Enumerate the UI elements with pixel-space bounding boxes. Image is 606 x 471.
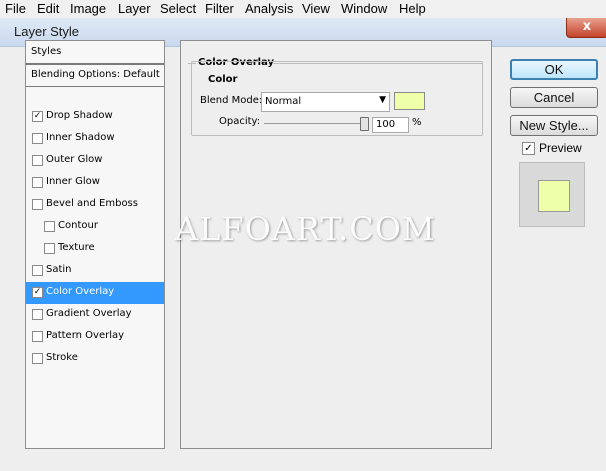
style-checkbox[interactable]: [32, 155, 43, 166]
menu-select[interactable]: Select: [160, 1, 196, 16]
menu-edit[interactable]: Edit: [37, 1, 59, 16]
opacity-slider-thumb[interactable]: [360, 117, 369, 131]
menu-window[interactable]: Window: [341, 1, 387, 16]
style-item-label: Texture: [58, 242, 95, 253]
new-style-button[interactable]: New Style...: [510, 115, 598, 136]
style-item-label: Drop Shadow: [46, 110, 113, 121]
opacity-value: 100: [376, 119, 396, 130]
style-checkbox[interactable]: [32, 309, 43, 320]
styles-header[interactable]: Styles: [26, 41, 164, 65]
styles-header-label: Styles: [31, 46, 62, 57]
style-item-inner-shadow[interactable]: Inner Shadow: [26, 128, 164, 150]
preview-box: [519, 162, 585, 227]
opacity-label: Opacity:: [219, 116, 261, 127]
blending-options-label: Blending Options: Default: [31, 69, 160, 80]
style-item-outer-glow[interactable]: Outer Glow: [26, 150, 164, 172]
style-item-contour[interactable]: Contour: [26, 216, 164, 238]
style-item-label: Gradient Overlay: [46, 308, 132, 319]
style-item-label: Inner Glow: [46, 176, 100, 187]
opacity-slider-track[interactable]: [264, 123, 366, 124]
menu-file[interactable]: File: [5, 1, 26, 16]
preview-label: Preview: [539, 141, 582, 155]
style-checkbox[interactable]: [44, 243, 55, 254]
blend-mode-value: Normal: [265, 96, 302, 107]
styles-list-panel: Styles Blending Options: Default ✓ Drop S…: [25, 40, 165, 449]
style-checkbox[interactable]: [44, 221, 55, 232]
preview-swatch: [538, 180, 570, 212]
style-item-color-overlay[interactable]: ✓ Color Overlay: [26, 282, 164, 304]
menu-layer[interactable]: Layer: [118, 1, 151, 16]
style-item-satin[interactable]: Satin: [26, 260, 164, 282]
style-item-label: Outer Glow: [46, 154, 103, 165]
style-item-inner-glow[interactable]: Inner Glow: [26, 172, 164, 194]
style-checkbox[interactable]: [32, 133, 43, 144]
color-group-title: Color: [205, 74, 241, 85]
style-checkbox[interactable]: [32, 353, 43, 364]
style-item-gradient-overlay[interactable]: Gradient Overlay: [26, 304, 164, 326]
style-item-label: Bevel and Emboss: [46, 198, 138, 209]
dialog-title: Layer Style: [14, 24, 80, 39]
menu-image[interactable]: Image: [70, 1, 106, 16]
style-checkbox[interactable]: [32, 199, 43, 210]
style-item-stroke[interactable]: Stroke: [26, 348, 164, 370]
style-item-label: Satin: [46, 264, 72, 275]
style-item-drop-shadow[interactable]: ✓ Drop Shadow: [26, 106, 164, 128]
menu-view[interactable]: View: [302, 1, 330, 16]
style-item-label: Pattern Overlay: [46, 330, 125, 341]
menu-bar: File Edit Image Layer Select Filter Analysis Vi…: [0, 0, 606, 19]
ok-button[interactable]: OK: [510, 59, 598, 80]
opacity-unit: %: [412, 117, 422, 128]
style-item-pattern-overlay[interactable]: Pattern Overlay: [26, 326, 164, 348]
style-item-bevel-and-emboss[interactable]: Bevel and Emboss: [26, 194, 164, 216]
style-checkbox[interactable]: [32, 177, 43, 188]
overlay-color-swatch[interactable]: [394, 92, 425, 110]
menu-analysis[interactable]: Analysis: [245, 1, 293, 16]
menu-filter[interactable]: Filter: [205, 1, 234, 16]
style-checkbox[interactable]: ✓: [32, 287, 43, 298]
opacity-input[interactable]: 100: [372, 117, 409, 133]
style-item-texture[interactable]: Texture: [26, 238, 164, 260]
blending-options-item[interactable]: Blending Options: Default: [26, 66, 164, 87]
style-checkbox[interactable]: ✓: [32, 111, 43, 122]
preview-checkbox[interactable]: ✓: [522, 142, 535, 155]
dropdown-arrow-icon: ▼: [379, 95, 386, 105]
style-item-label: Stroke: [46, 352, 78, 363]
blend-mode-select[interactable]: Normal ▼: [261, 92, 390, 112]
style-item-label: Color Overlay: [46, 286, 115, 297]
menu-help[interactable]: Help: [399, 1, 426, 16]
style-item-label: Contour: [58, 220, 98, 231]
cancel-button[interactable]: Cancel: [510, 87, 598, 108]
style-checkbox[interactable]: [32, 265, 43, 276]
style-item-label: Inner Shadow: [46, 132, 115, 143]
close-icon: x: [582, 19, 592, 34]
style-checkbox[interactable]: [32, 331, 43, 342]
close-button[interactable]: x: [566, 18, 606, 38]
watermark: ALFOART.COM: [175, 210, 436, 248]
blend-mode-label: Blend Mode:: [200, 95, 263, 106]
